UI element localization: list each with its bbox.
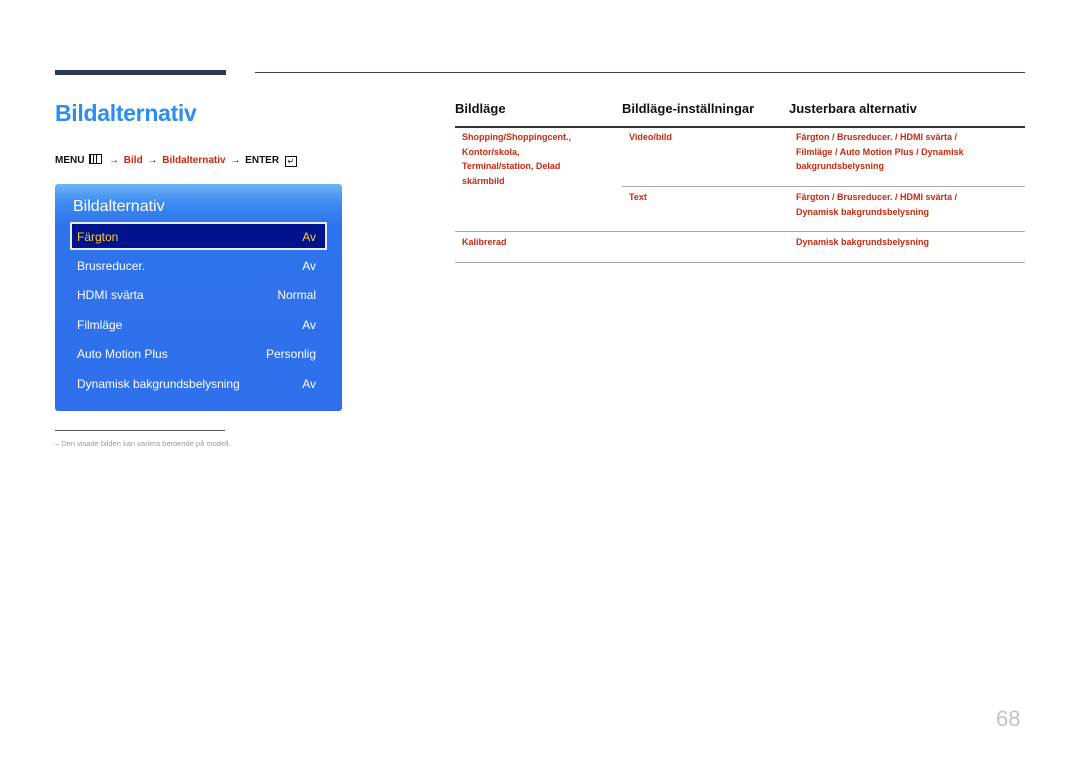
footnote-dash: – bbox=[55, 439, 60, 448]
mode-line: skärmbild bbox=[462, 175, 505, 186]
osd-menu-panel: Bildalternativ Färgton Av Brusreducer. A… bbox=[55, 184, 342, 411]
osd-menu-title: Bildalternativ bbox=[73, 198, 165, 215]
table-cell-mode: Shopping/Shoppingcent., Kontor/skola, Te… bbox=[462, 130, 571, 188]
osd-item-dynamisk-bakgrundsbelysning[interactable]: Dynamisk bakgrundsbelysning Av bbox=[71, 372, 326, 396]
osd-item-value: Av bbox=[302, 318, 316, 332]
options-line: Färgton / Brusreducer. / HDMI svärta / bbox=[796, 192, 958, 202]
header-rule bbox=[255, 72, 1025, 73]
page-number: 68 bbox=[996, 706, 1021, 731]
options-line: Dynamisk bakgrundsbelysning bbox=[796, 206, 930, 217]
header-accent-bar bbox=[55, 70, 226, 75]
mode-line: Terminal/station, Delad bbox=[462, 161, 561, 171]
enter-label: ENTER bbox=[245, 155, 280, 166]
mode-line: Shopping/Shoppingcent., bbox=[462, 132, 571, 142]
table-row-rule bbox=[455, 231, 1025, 232]
footnote-divider bbox=[55, 430, 225, 431]
table-cell-setting: Video/bild bbox=[629, 132, 672, 142]
table-header-installningar: Bildläge-inställningar bbox=[622, 101, 755, 116]
table-header-bildlage: Bildläge bbox=[455, 101, 506, 116]
osd-item-value: Av bbox=[302, 377, 316, 391]
options-line: Filmläge / Auto Motion Plus / Dynamisk bbox=[796, 146, 964, 157]
menu-path: MENU → Bild → Bildalternativ → ENTER ↵ bbox=[55, 154, 297, 167]
table-cell-options: Färgton / Brusreducer. / HDMI svärta / D… bbox=[796, 190, 957, 219]
page-title: Bildalternativ bbox=[55, 100, 197, 126]
osd-item-filmlage[interactable]: Filmläge Av bbox=[71, 313, 326, 337]
osd-item-label: Auto Motion Plus bbox=[77, 347, 168, 361]
table-cell-mode: Kalibrerad bbox=[462, 237, 507, 247]
osd-item-hdmi-svarta[interactable]: HDMI svärta Normal bbox=[71, 283, 326, 307]
menu-grid-icon bbox=[89, 154, 103, 164]
table-header-justerbara: Justerbara alternativ bbox=[789, 101, 917, 116]
options-line: Färgton / Brusreducer. / HDMI svärta / bbox=[796, 132, 958, 142]
enter-icon: ↵ bbox=[284, 156, 297, 167]
osd-item-brusreducer[interactable]: Brusreducer. Av bbox=[71, 254, 326, 278]
osd-item-label: Dynamisk bakgrundsbelysning bbox=[77, 377, 240, 391]
osd-item-value: Av bbox=[302, 230, 316, 244]
arrow: → bbox=[147, 155, 158, 166]
table-bottom-rule bbox=[455, 262, 1025, 263]
osd-item-label: HDMI svärta bbox=[77, 288, 144, 302]
osd-item-auto-motion-plus[interactable]: Auto Motion Plus Personlig bbox=[71, 342, 326, 366]
arrow: → bbox=[109, 155, 120, 166]
osd-item-value: Av bbox=[302, 259, 316, 273]
osd-item-fargton[interactable]: Färgton Av bbox=[70, 222, 327, 250]
menu-path-bild: Bild bbox=[123, 155, 143, 166]
arrow: → bbox=[230, 155, 241, 166]
menu-path-bildalternativ: Bildalternativ bbox=[162, 155, 226, 166]
osd-item-label: Brusreducer. bbox=[77, 259, 146, 273]
table-cell-setting: Text bbox=[629, 192, 647, 202]
options-line: bakgrundsbelysning bbox=[796, 161, 885, 171]
table-cell-options: Färgton / Brusreducer. / HDMI svärta / F… bbox=[796, 130, 964, 174]
footnote-text: Den visade bilden kan variera beroende p… bbox=[61, 439, 231, 448]
osd-item-value: Normal bbox=[277, 288, 316, 302]
table-header-rule bbox=[455, 126, 1025, 128]
footnote: – Den visade bilden kan variera beroende… bbox=[55, 439, 231, 448]
mode-line: Kontor/skola, bbox=[462, 146, 520, 157]
osd-item-value: Personlig bbox=[265, 347, 316, 361]
menu-label: MENU bbox=[55, 155, 85, 166]
osd-item-label: Färgton bbox=[77, 230, 119, 244]
table-cell-options: Dynamisk bakgrundsbelysning bbox=[796, 237, 930, 247]
osd-item-label: Filmläge bbox=[77, 318, 123, 332]
table-subrow-rule bbox=[622, 186, 1025, 187]
